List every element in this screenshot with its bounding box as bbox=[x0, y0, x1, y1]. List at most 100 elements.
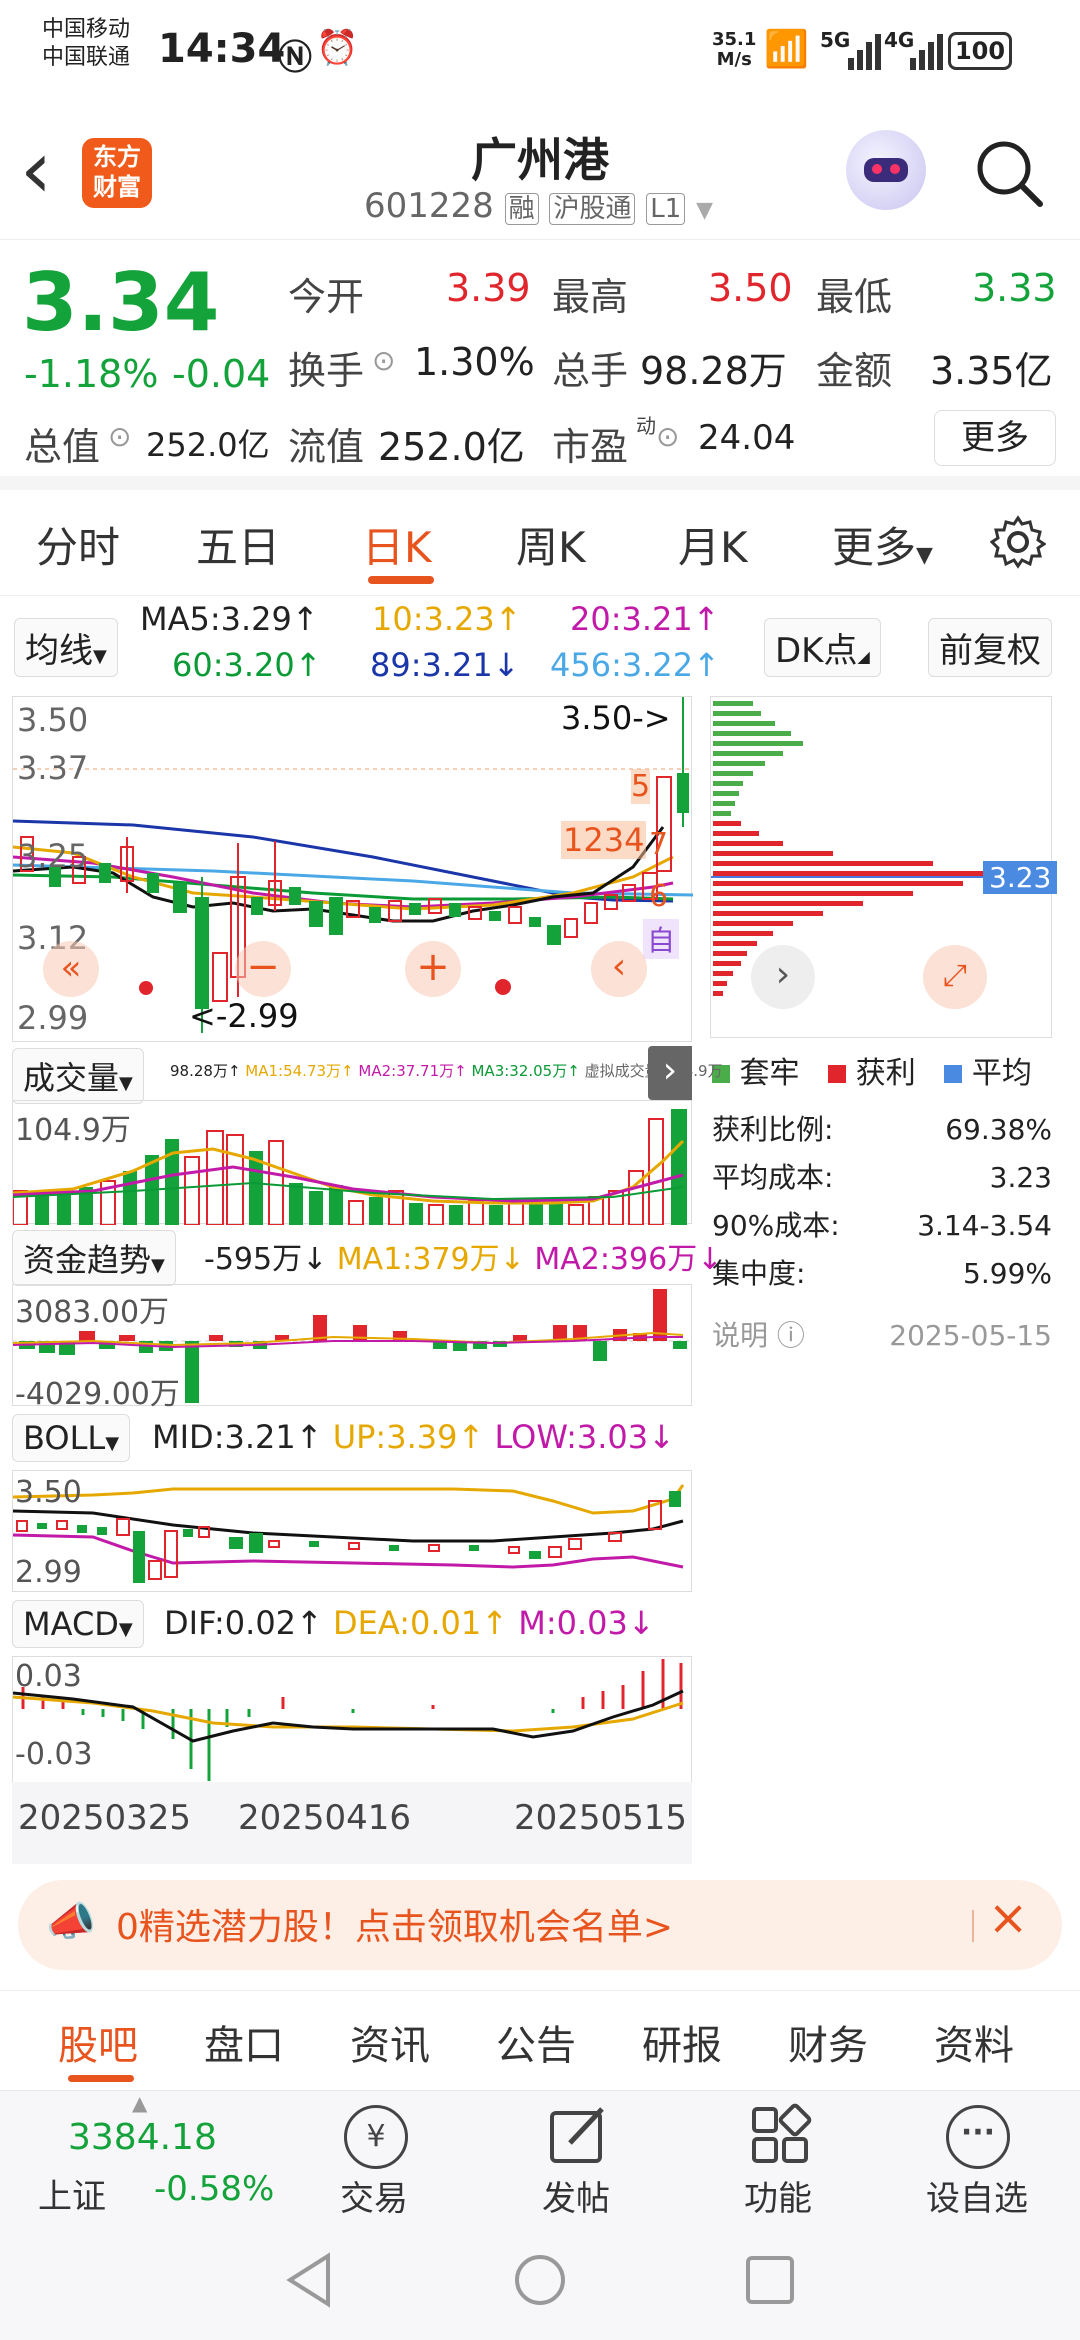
settings-gear-icon[interactable] bbox=[990, 514, 1046, 570]
tab-research[interactable]: 研报 bbox=[642, 2013, 722, 2071]
back-button[interactable]: ‹ bbox=[20, 130, 52, 210]
chip-val: 3.23 bbox=[989, 1161, 1052, 1194]
chip-note[interactable]: 说明 bbox=[712, 1319, 768, 1352]
caret-down-icon: ▼ bbox=[105, 1433, 120, 1454]
fund-header: 资金趋势▼ -595万↓ MA1:379万↓ MA2:396万↓ bbox=[12, 1228, 722, 1286]
volume-label: 总手 bbox=[552, 349, 629, 393]
chip-row: 获利比例: 69.38% bbox=[712, 1106, 1052, 1154]
chip-val: 69.38% bbox=[945, 1113, 1052, 1146]
zoom-out-icon[interactable]: − bbox=[235, 941, 291, 997]
nav-recents-icon[interactable] bbox=[742, 2252, 798, 2308]
info-icon[interactable]: ⓘ bbox=[777, 1319, 805, 1352]
chip-stats: 获利比例: 69.38% 平均成本: 3.23 90%成本: 3.14-3.54 集中… bbox=[712, 1106, 1052, 1360]
fund-chart[interactable]: 3083.00万 -4029.00万 bbox=[12, 1284, 693, 1412]
panel-expand-icon[interactable]: › bbox=[648, 1046, 692, 1100]
event-dot[interactable] bbox=[139, 981, 153, 995]
last-price: 3.34 bbox=[22, 256, 220, 349]
chip-legend: 套牢 获利 平均 bbox=[712, 1048, 1032, 1092]
zoom-left-icon[interactable]: « bbox=[43, 941, 99, 997]
post-edit-icon[interactable] bbox=[546, 2103, 610, 2167]
dk-label: DK点 bbox=[775, 631, 858, 671]
info-icon[interactable]: ⊙ bbox=[372, 344, 395, 377]
search-icon[interactable] bbox=[974, 138, 1046, 210]
net-speed: 35.1 M/s bbox=[712, 30, 756, 70]
macd-svg bbox=[12, 1659, 684, 1781]
fund-select-button[interactable]: 资金趋势▼ bbox=[12, 1230, 176, 1286]
trade-button[interactable]: 交易 bbox=[340, 2171, 408, 2220]
tab-profile[interactable]: 资料 bbox=[934, 2013, 1014, 2071]
function-button[interactable]: 功能 bbox=[744, 2171, 812, 2220]
vol-value: 98.28万↑ bbox=[170, 1062, 241, 1080]
ma-select-button[interactable]: 均线▼ bbox=[14, 618, 118, 677]
chip-distribution[interactable]: 3.23 › ⤢ bbox=[710, 696, 1058, 1038]
prev-icon[interactable]: ‹ bbox=[591, 941, 647, 997]
chip-avg-tag: 3.23 bbox=[983, 861, 1058, 894]
info-icon[interactable]: ⊙ bbox=[656, 420, 679, 453]
stock-code: 601228 bbox=[364, 186, 494, 226]
function-grid-icon[interactable] bbox=[748, 2103, 812, 2167]
tab-five-day[interactable]: 五日 bbox=[196, 514, 280, 575]
kline-chart[interactable]: 3.50 3.37 3.25 3.12 2.99 3.50-> <-2.99 1… bbox=[12, 696, 694, 1042]
chip-date: 2025-05-15 bbox=[889, 1319, 1052, 1352]
macd-m: M:0.03↓ bbox=[518, 1604, 655, 1642]
chip-row: 集中度: 5.99% bbox=[712, 1250, 1052, 1298]
promo-text[interactable]: 0精选潜力股！点击领取机会名单> bbox=[116, 1898, 673, 1950]
zoom-in-icon[interactable]: + bbox=[405, 941, 461, 997]
add-watchlist-button[interactable]: 设自选 bbox=[926, 2171, 1028, 2220]
tab-month-k[interactable]: 月K bbox=[678, 514, 748, 575]
expand-icon[interactable]: ⤢ bbox=[923, 945, 987, 1009]
ma456-value: 456:3.22↑ bbox=[550, 646, 720, 684]
more-dots-icon[interactable]: ··· bbox=[946, 2105, 1010, 2169]
nav-back-icon[interactable] bbox=[284, 2252, 334, 2308]
date-mid: 20250416 bbox=[238, 1798, 412, 1838]
tab-minute[interactable]: 分时 bbox=[36, 514, 120, 575]
adjust-button[interactable]: 前复权 bbox=[928, 618, 1052, 677]
macd-y-bottom: -0.03 bbox=[15, 1737, 93, 1772]
carrier-2: 中国联通 bbox=[42, 45, 131, 70]
dk-point-button[interactable]: DK点◢ bbox=[764, 618, 881, 677]
boll-chart[interactable]: 3.50 2.99 bbox=[12, 1470, 692, 1592]
tab-news[interactable]: 资讯 bbox=[350, 2013, 430, 2071]
sig-6[interactable]: 6 bbox=[649, 879, 668, 914]
boll-btn-label: BOLL bbox=[23, 1419, 106, 1457]
index-value[interactable]: 3384.18 bbox=[68, 2117, 217, 2158]
index-change[interactable]: -0.58% bbox=[154, 2169, 274, 2209]
app-logo[interactable]: 东方 财富 bbox=[82, 138, 152, 208]
chip-val: 3.14-3.54 bbox=[917, 1209, 1052, 1242]
robot-avatar-icon[interactable] bbox=[846, 130, 926, 210]
volume-chart[interactable]: 104.9万 bbox=[12, 1100, 692, 1226]
tab-day-k[interactable]: 日K bbox=[362, 514, 432, 575]
post-button[interactable]: 发帖 bbox=[542, 2171, 610, 2220]
tab-more[interactable]: 更多▼ bbox=[832, 514, 933, 575]
index-name[interactable]: 上证 bbox=[38, 2169, 106, 2218]
boll-select-button[interactable]: BOLL▼ bbox=[12, 1414, 131, 1462]
sig-5[interactable]: 5 bbox=[631, 769, 651, 804]
macd-select-button[interactable]: MACD▼ bbox=[12, 1600, 144, 1648]
promo-banner[interactable]: 📣 0精选潜力股！点击领取机会名单> × bbox=[18, 1880, 1062, 1970]
tab-forum[interactable]: 股吧 bbox=[58, 2013, 138, 2071]
tab-finance[interactable]: 财务 bbox=[788, 2013, 868, 2071]
trade-icon[interactable]: ¥ bbox=[344, 2105, 408, 2169]
signal-1234[interactable]: 1234 bbox=[561, 821, 647, 859]
chip-val: 5.99% bbox=[963, 1257, 1052, 1290]
ma10-value: 10:3.23↑ bbox=[372, 600, 522, 638]
event-dot[interactable] bbox=[495, 979, 511, 995]
boll-values: MID:3.21↑ UP:3.39↑ LOW:3.03↓ bbox=[152, 1418, 675, 1456]
chip-next-icon[interactable]: › bbox=[751, 945, 815, 1009]
macd-btn-label: MACD bbox=[23, 1605, 119, 1643]
info-icon[interactable]: ⊙ bbox=[108, 420, 131, 453]
macd-chart[interactable]: 0.03 -0.03 bbox=[12, 1656, 692, 1782]
tab-announcements[interactable]: 公告 bbox=[496, 2013, 576, 2071]
more-button[interactable]: 更多 bbox=[934, 410, 1056, 466]
sig-7[interactable]: 7 bbox=[649, 827, 668, 862]
macd-dif: DIF:0.02↑ bbox=[164, 1604, 323, 1642]
tab-orderbook[interactable]: 盘口 bbox=[204, 2013, 284, 2071]
macd-y-top: 0.03 bbox=[15, 1659, 82, 1694]
volume-select-button[interactable]: 成交量▼ bbox=[12, 1048, 144, 1104]
y-label-top: 3.50 bbox=[17, 701, 89, 739]
dropdown-icon[interactable]: ▼ bbox=[696, 198, 713, 223]
tab-week-k[interactable]: 周K bbox=[516, 514, 586, 575]
close-icon[interactable]: × bbox=[988, 1890, 1028, 1946]
self-select-tag[interactable]: 自 bbox=[643, 919, 680, 959]
nav-home-icon[interactable] bbox=[512, 2252, 568, 2308]
